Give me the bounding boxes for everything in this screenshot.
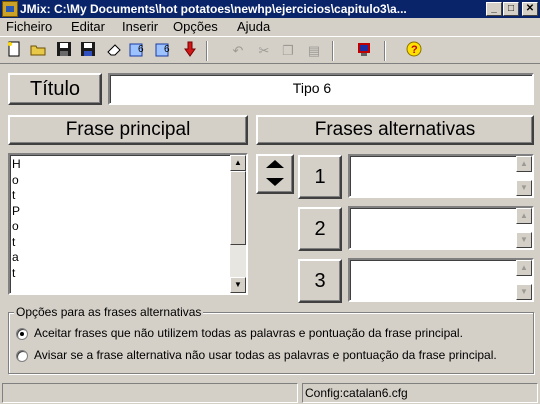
menu-bar: Ficheiro Editar Inserir Opções Ajuda	[0, 18, 540, 36]
toolbar: 6 6 ↶ ✂ ❐ ▤ ?	[0, 36, 540, 64]
scroll-thumb[interactable]	[230, 171, 246, 245]
config-icon[interactable]	[354, 41, 374, 61]
main-phrase-line: t	[12, 234, 16, 249]
save-as-icon[interactable]	[78, 41, 98, 61]
main-phrase-line: t	[12, 265, 16, 280]
close-button[interactable]: ✕	[522, 2, 538, 16]
option-2-label[interactable]: Avisar se a frase alternativa não usar t…	[34, 348, 497, 363]
option-1-radio[interactable]	[16, 328, 28, 340]
app-icon	[2, 1, 18, 17]
web-page-6-alt-icon[interactable]: 6	[154, 41, 174, 61]
help-icon[interactable]: ?	[404, 41, 424, 61]
menu-inserir[interactable]: Inserir	[122, 19, 158, 35]
option-2-radio[interactable]	[16, 350, 28, 362]
alternative-2-button[interactable]: 2	[298, 207, 342, 251]
eraser-icon[interactable]	[104, 41, 124, 61]
open-icon[interactable]	[28, 41, 48, 61]
title-input[interactable]: Tipo 6	[108, 73, 534, 105]
scroll-up-icon[interactable]: ▲	[516, 260, 532, 276]
cut-icon[interactable]: ✂	[254, 41, 274, 61]
alternative-2-input[interactable]: ▲ ▼	[348, 206, 534, 250]
title-bar[interactable]: JMix: C:\My Documents\hot potatoes\newhp…	[0, 0, 540, 18]
alternatives-button[interactable]: Frases alternativas	[256, 115, 534, 145]
scroll-up-icon[interactable]: ▲	[516, 156, 532, 172]
undo-icon[interactable]: ↶	[228, 41, 248, 61]
main-phrase-scrollbar[interactable]: ▲ ▼	[230, 155, 246, 293]
move-up-down-button[interactable]	[256, 154, 294, 194]
main-phrase-line: o	[12, 219, 19, 233]
toolbar-separator	[332, 41, 334, 61]
option-1-label[interactable]: Aceitar frases que não utilizem todas as…	[34, 326, 463, 341]
window-title: JMix: C:\My Documents\hot potatoes\newhp…	[20, 2, 407, 16]
scroll-down-icon[interactable]: ▼	[516, 180, 532, 196]
menu-ajuda[interactable]: Ajuda	[237, 19, 270, 35]
title-button[interactable]: Título	[8, 73, 102, 105]
web-page-6-icon[interactable]: 6	[128, 41, 148, 61]
svg-text:?: ?	[411, 44, 418, 56]
scroll-down-icon[interactable]: ▼	[516, 232, 532, 248]
main-phrase-line: P	[12, 203, 21, 218]
status-config: Config:catalan6.cfg	[302, 383, 538, 403]
menu-opcoes[interactable]: Opções	[173, 19, 218, 35]
alternative-3-button[interactable]: 3	[298, 259, 342, 303]
main-phrase-textarea[interactable]: H o t P o t a t ▲ ▼	[8, 153, 248, 295]
scroll-down-icon[interactable]: ▼	[230, 277, 246, 293]
toolbar-separator	[206, 41, 208, 61]
alternative-1-input[interactable]: ▲ ▼	[348, 154, 534, 198]
main-phrase-button[interactable]: Frase principal	[8, 115, 248, 145]
options-groupbox	[8, 312, 534, 374]
options-legend: Opções para as frases alternativas	[14, 305, 204, 319]
menu-editar[interactable]: Editar	[71, 19, 105, 35]
main-phrase-line: H	[12, 157, 21, 171]
main-phrase-line: a	[12, 250, 19, 264]
paste-icon[interactable]: ▤	[304, 41, 324, 61]
alternative-3-input[interactable]: ▲ ▼	[348, 258, 534, 302]
main-phrase-line: t	[12, 188, 16, 202]
minimize-button[interactable]: _	[486, 2, 502, 16]
toolbar-separator	[384, 41, 386, 61]
main-phrase-line: o	[12, 172, 19, 187]
main-phrase-lines: H o t P o t a t	[12, 157, 230, 281]
scroll-down-icon[interactable]: ▼	[516, 284, 532, 300]
svg-text:6: 6	[138, 44, 144, 55]
save-icon[interactable]	[54, 41, 74, 61]
export-arrow-icon[interactable]	[180, 41, 200, 61]
status-panel-left	[2, 383, 298, 403]
new-icon[interactable]	[4, 41, 24, 61]
scroll-up-icon[interactable]: ▲	[516, 208, 532, 224]
alternative-1-button[interactable]: 1	[298, 155, 342, 199]
svg-text:6: 6	[164, 44, 170, 55]
scroll-up-icon[interactable]: ▲	[230, 155, 246, 171]
maximize-button[interactable]: □	[503, 2, 519, 16]
up-down-arrows-icon	[266, 160, 284, 186]
copy-icon[interactable]: ❐	[278, 41, 298, 61]
menu-ficheiro[interactable]: Ficheiro	[6, 19, 52, 35]
